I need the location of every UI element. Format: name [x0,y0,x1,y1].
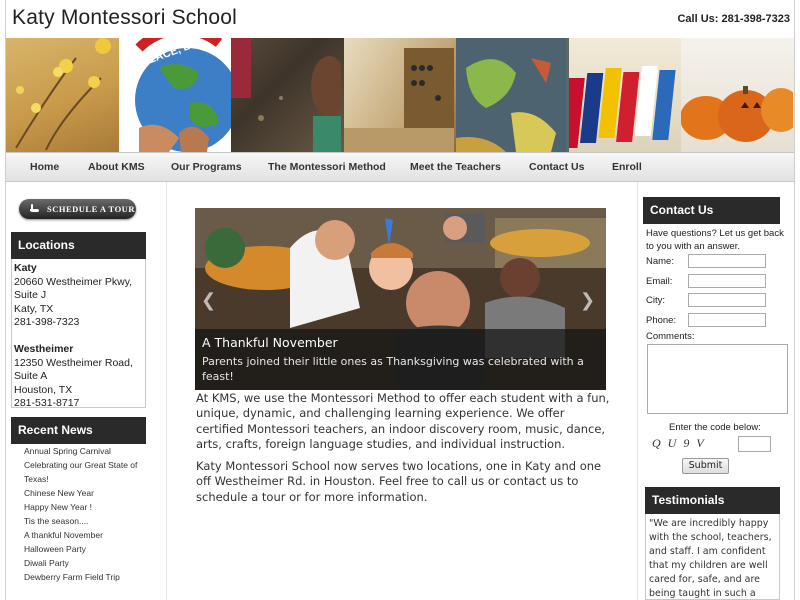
westheimer-address-line2: Suite A [14,370,48,383]
katy-phone: 281-398-7323 [14,316,80,329]
banner-map-photo [456,38,569,152]
submit-button[interactable]: Submit [682,458,729,474]
recent-news-heading: Recent News [11,417,146,444]
news-item-halloween-party[interactable]: Halloween Party [24,542,156,556]
westheimer-location: Westheimer 12350 Westheimer Road, Suite … [14,343,133,411]
slider-caption-title: A Thankful November [202,335,338,350]
header-phone: Call Us: 281-398-7323 [677,13,790,25]
schedule-tour-label: Schedule a Tour [47,204,135,214]
banner-flower-photo [6,38,119,152]
locations-box: Katy 20660 Westheimer Pkwy, Suite J Katy… [11,259,146,411]
schedule-tour-button[interactable]: Schedule a Tour [19,199,136,219]
katy-address-line1: 20660 Westheimer Pkwy, [14,275,133,288]
city-field[interactable] [688,293,766,307]
email-field[interactable] [688,274,766,288]
comments-label: Comments: [646,331,695,342]
news-item-dewberry-farm[interactable]: Dewberry Farm Field Trip [24,570,156,584]
nav-enroll[interactable]: Enroll [612,161,642,173]
news-item-diwali-party[interactable]: Diwali Party [24,556,156,570]
recent-news-list: Annual Spring Carnival Celebrating our G… [24,444,156,584]
contact-intro: Have questions? Let us get back to you w… [646,228,784,252]
katy-address-line3: Katy, TX [14,302,54,315]
nav-home[interactable]: Home [30,161,59,173]
captcha-instructions: Enter the code below: [669,422,761,433]
photo-slider[interactable]: ❮ ❯ A Thankful November Parents joined t… [195,208,606,390]
pointing-hand-icon [30,204,39,212]
banner-abacus-photo [343,38,457,152]
right-sidebar: Contact Us Have questions? Let us get ba… [636,182,794,600]
nav-contact-us[interactable]: Contact Us [529,161,584,173]
katy-location: Katy 20660 Westheimer Pkwy, Suite J Katy… [14,262,132,330]
katy-name: Katy [14,262,37,274]
locations-paragraph: Katy Montessori School now serves two lo… [196,459,602,504]
news-item-great-state[interactable]: Celebrating our Great State of [24,458,156,472]
westheimer-name: Westheimer [14,343,74,355]
captcha-input[interactable] [738,436,771,452]
nav-meet-teachers[interactable]: Meet the Teachers [410,161,501,173]
news-item-chinese-new-year[interactable]: Chinese New Year [24,486,156,500]
testimonial-box: "We are incredibly happy with the school… [645,514,780,600]
main-nav: Home About KMS Our Programs The Montesso… [6,152,794,182]
header-banner: PEACE, LO [6,38,794,152]
news-item-tis-the-season[interactable]: Tis the season.... [24,514,156,528]
name-label: Name: [646,256,674,267]
locations-heading: Locations [11,232,146,259]
contact-us-heading: Contact Us [643,197,780,224]
name-field[interactable] [688,254,766,268]
banner-child-photo [231,38,344,152]
banner-globe-photo: PEACE, LO [118,38,232,152]
banner-flags-photo [568,38,682,152]
news-item-great-state-cont[interactable]: Texas! [24,472,156,486]
intro-paragraph: At KMS, we use the Montessori Method to … [196,391,610,451]
phone-field[interactable] [688,313,766,327]
news-item-spring-carnival[interactable]: Annual Spring Carnival [24,444,156,458]
left-sidebar: Schedule a Tour Locations Katy 20660 Wes… [6,182,166,600]
slider-next-arrow-icon[interactable]: ❯ [580,290,600,311]
nav-montessori-method[interactable]: The Montessori Method [268,161,386,173]
captcha-image: Q U 9 V [652,436,706,450]
phone-label: Phone: [646,315,677,326]
westheimer-address-line1: 12350 Westheimer Road, [14,356,133,369]
main-content: ❮ ❯ A Thankful November Parents joined t… [166,182,638,600]
testimonial-text: "We are incredibly happy with the school… [649,518,772,599]
westheimer-phone: 281-531-8717 [14,397,80,410]
page: Katy Montessori School Call Us: 281-398-… [5,0,795,600]
banner-pumpkins-photo [681,38,794,152]
site-header: Katy Montessori School Call Us: 281-398-… [6,0,794,38]
katy-address-line2: Suite J [14,289,47,302]
news-item-happy-new-year[interactable]: Happy New Year ! [24,500,156,514]
nav-our-programs[interactable]: Our Programs [171,161,242,173]
slider-prev-arrow-icon[interactable]: ❮ [201,290,221,311]
slider-caption: A Thankful November Parents joined their… [195,329,606,390]
testimonials-heading: Testimonials [645,487,780,514]
westheimer-address-line3: Houston, TX [14,383,73,396]
city-label: City: [646,295,665,306]
nav-about-kms[interactable]: About KMS [88,161,145,173]
comments-textarea[interactable] [647,344,788,414]
email-label: Email: [646,276,673,287]
news-item-thankful-november[interactable]: A thankful November [24,528,156,542]
slider-caption-text: Parents joined their little ones as Than… [202,355,584,383]
site-title[interactable]: Katy Montessori School [12,6,237,30]
